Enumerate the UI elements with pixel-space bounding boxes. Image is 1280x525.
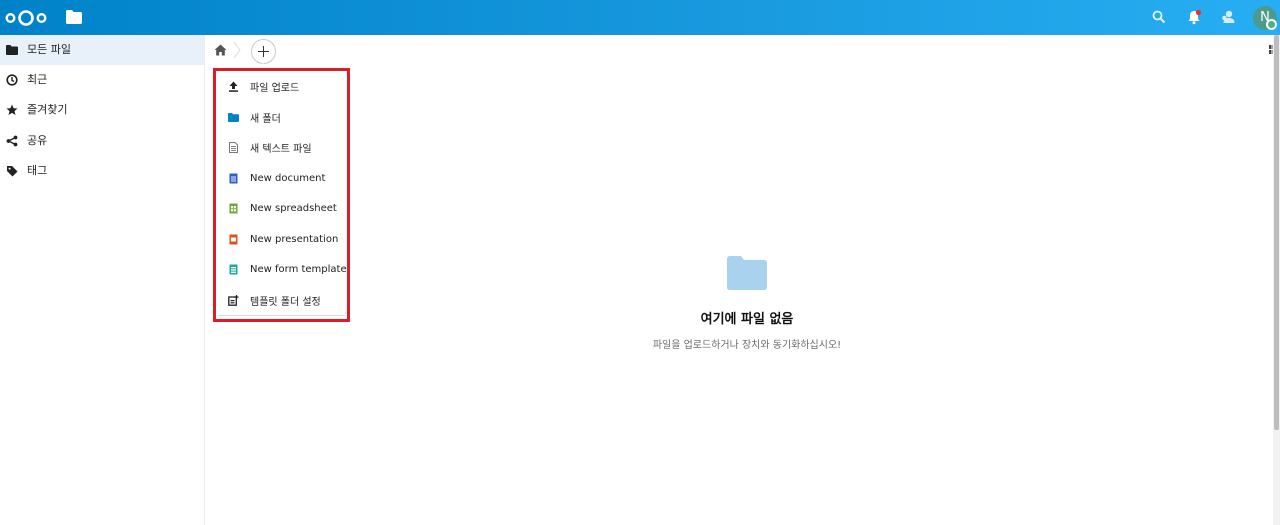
sidebar-item-tags[interactable]: 태그 [0, 156, 204, 186]
document-icon [229, 173, 238, 183]
menu-item-new-text-file[interactable]: 새 텍스트 파일 [218, 132, 349, 162]
sidebar-item-recent[interactable]: 최근 [0, 65, 204, 95]
star-icon [6, 104, 18, 115]
top-bar: N [0, 0, 1280, 35]
menu-item-template-folder-settings[interactable]: 템플릿 폴더 설정 [218, 285, 349, 315]
new-file-menu: 파일 업로드 새 폴더 새 텍스트 파일 New document New sp… [213, 68, 350, 322]
presentation-icon [229, 234, 238, 244]
clock-icon [6, 74, 18, 86]
new-file-menu-list: 파일 업로드 새 폴더 새 텍스트 파일 New document New sp… [218, 71, 347, 316]
bell-icon[interactable] [1186, 9, 1202, 25]
folder-icon [6, 45, 18, 55]
text-file-icon [229, 141, 238, 153]
menu-item-label: 새 텍스트 파일 [250, 143, 312, 155]
share-icon [6, 135, 18, 147]
menu-item-upload-file[interactable]: 파일 업로드 [218, 71, 349, 101]
menu-item-label: 파일 업로드 [250, 82, 300, 94]
sidebar-item-label: 태그 [27, 164, 48, 177]
menu-item-new-spreadsheet[interactable]: New spreadsheet [218, 193, 349, 223]
menu-item-label: 새 폴더 [250, 113, 281, 125]
contacts-icon[interactable] [1220, 9, 1236, 25]
tag-icon [7, 166, 18, 177]
empty-state-hint: 파일을 업로드하거나 장치와 동기화하십시오! [652, 340, 842, 351]
folder-icon [228, 112, 239, 122]
breadcrumb-separator-icon [233, 42, 241, 58]
menu-item-label: New presentation [250, 233, 339, 245]
menu-item-label: 템플릿 폴더 설정 [250, 296, 321, 308]
template-settings-icon [228, 294, 239, 306]
empty-state-title: 여기에 파일 없음 [700, 312, 794, 327]
sidebar-item-favorites[interactable]: 즐겨찾기 [0, 95, 204, 125]
new-button[interactable] [251, 39, 276, 64]
search-icon[interactable] [1151, 9, 1167, 25]
menu-item-new-folder[interactable]: 새 폴더 [218, 102, 349, 132]
sidebar-item-shares[interactable]: 공유 [0, 126, 204, 156]
menu-item-label: New document [250, 172, 326, 184]
sidebar-item-label: 즐겨찾기 [27, 103, 68, 116]
nextcloud-logo-icon[interactable] [4, 8, 48, 28]
upload-icon [229, 81, 238, 92]
scrollbar-thumb[interactable] [1274, 35, 1279, 430]
sidebar-item-label: 공유 [27, 134, 48, 147]
menu-item-new-presentation[interactable]: New presentation [218, 224, 349, 254]
form-icon [229, 264, 238, 274]
online-status-icon [1266, 19, 1277, 30]
spreadsheet-icon [229, 203, 238, 213]
files-app-icon[interactable] [66, 10, 82, 24]
menu-item-new-form-template[interactable]: New form template [218, 254, 349, 284]
sidebar-item-label: 최근 [27, 73, 48, 86]
sidebar-item-all-files[interactable]: 모든 파일 [0, 35, 204, 65]
menu-item-label: New spreadsheet [250, 202, 337, 214]
menu-item-label: New form template [250, 263, 347, 275]
empty-folder-icon [727, 256, 767, 290]
sidebar: 모든 파일 최근 즐겨찾기 공유 태그 [0, 35, 205, 525]
sidebar-item-label: 모든 파일 [27, 43, 71, 56]
menu-item-new-document[interactable]: New document [218, 163, 349, 193]
home-icon[interactable] [214, 44, 227, 56]
